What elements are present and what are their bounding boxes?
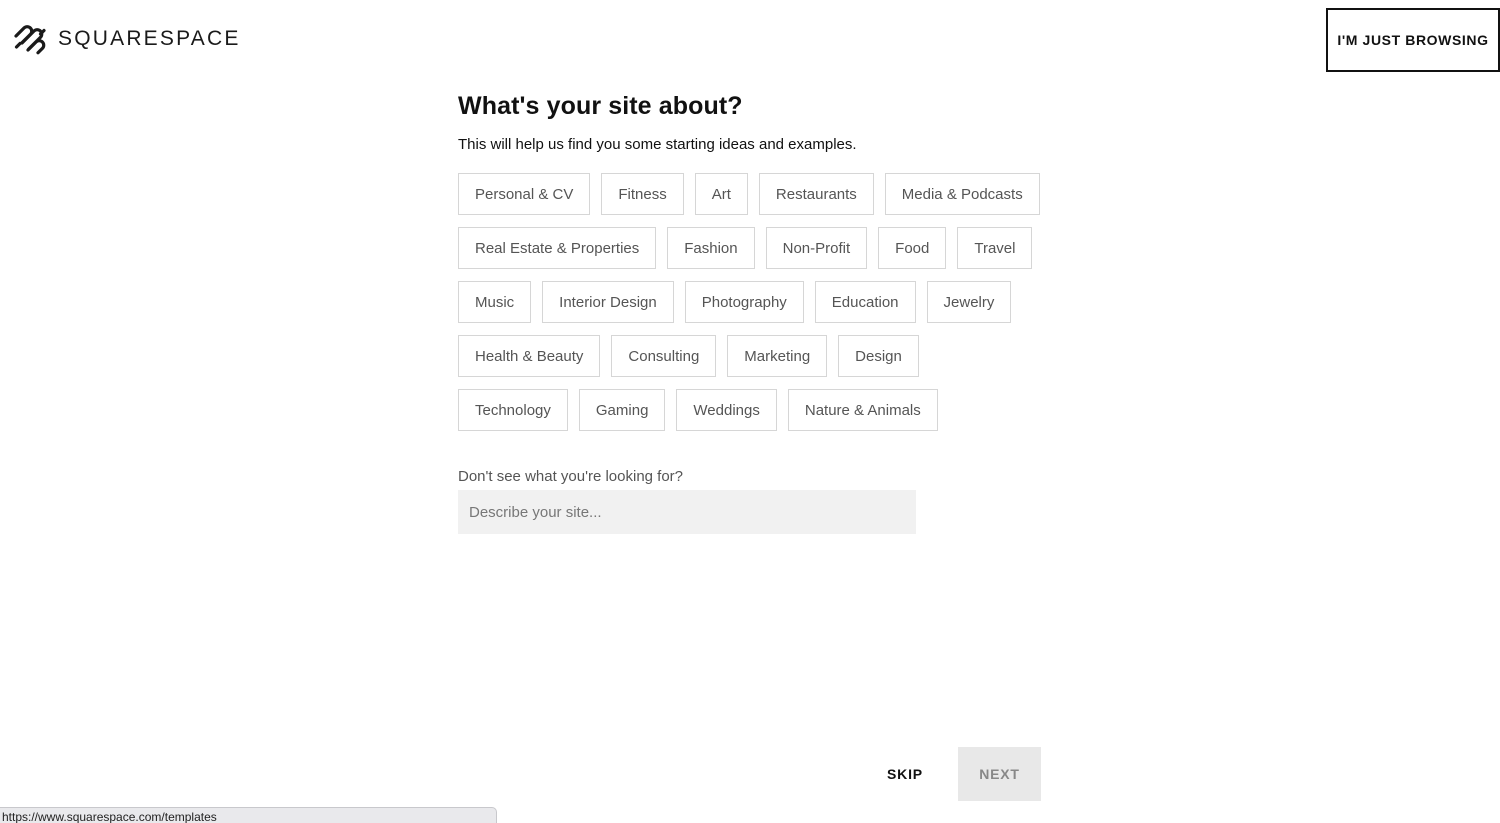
category-chip[interactable]: Food <box>878 227 947 269</box>
category-chip[interactable]: Real Estate & Properties <box>458 227 657 269</box>
category-chip[interactable]: Consulting <box>611 335 717 377</box>
chip-row: Health & Beauty Consulting Marketing Design <box>458 335 1048 377</box>
category-chip[interactable]: Media & Podcasts <box>884 173 1040 215</box>
category-chip[interactable]: Interior Design <box>542 281 674 323</box>
intro: What's your site about? This will help u… <box>458 92 1058 153</box>
category-chip[interactable]: Marketing <box>727 335 828 377</box>
category-chip[interactable]: Photography <box>684 281 804 323</box>
next-button[interactable]: NEXT <box>958 747 1041 801</box>
just-browsing-button[interactable]: I'M JUST BROWSING <box>1326 8 1500 72</box>
category-chip[interactable]: Weddings <box>676 389 777 431</box>
status-bar-url: https://www.squarespace.com/templates <box>0 807 497 823</box>
logo[interactable]: SQUARESPACE <box>12 22 241 56</box>
category-chip[interactable]: Nature & Animals <box>787 389 938 431</box>
describe-label: Don't see what you're looking for? <box>458 468 684 485</box>
category-chip[interactable]: Music <box>458 281 532 323</box>
squarespace-logo-icon <box>14 25 46 55</box>
category-chip[interactable]: Travel <box>957 227 1033 269</box>
category-chip[interactable]: Fashion <box>667 227 755 269</box>
category-chip[interactable]: Personal & CV <box>458 173 591 215</box>
category-chip[interactable]: Education <box>814 281 916 323</box>
category-chips: Personal & CV Fitness Art Restaurants Media … <box>458 173 1048 443</box>
category-chip[interactable]: Fitness <box>601 173 684 215</box>
skip-button[interactable]: SKIP <box>870 747 940 801</box>
chip-row: Technology Gaming Weddings Nature & Animals <box>458 389 1048 431</box>
chip-row: Personal & CV Fitness Art Restaurants Media … <box>458 173 1048 215</box>
category-chip[interactable]: Art <box>694 173 748 215</box>
page-subtitle: This will help us find you some starting… <box>458 136 857 153</box>
page-title: What's your site about? <box>458 92 743 120</box>
category-chip[interactable]: Restaurants <box>758 173 874 215</box>
category-chip[interactable]: Health & Beauty <box>458 335 601 377</box>
category-chip[interactable]: Design <box>838 335 919 377</box>
chip-row: Music Interior Design Photography Education… <box>458 281 1048 323</box>
brand-name: SQUARESPACE <box>58 27 241 50</box>
category-chip[interactable]: Technology <box>458 389 568 431</box>
chip-row: Real Estate & Properties Fashion Non-Profi… <box>458 227 1048 269</box>
describe-site-input[interactable] <box>458 490 916 534</box>
category-chip[interactable]: Jewelry <box>926 281 1012 323</box>
category-chip[interactable]: Non-Profit <box>765 227 868 269</box>
category-chip[interactable]: Gaming <box>578 389 666 431</box>
